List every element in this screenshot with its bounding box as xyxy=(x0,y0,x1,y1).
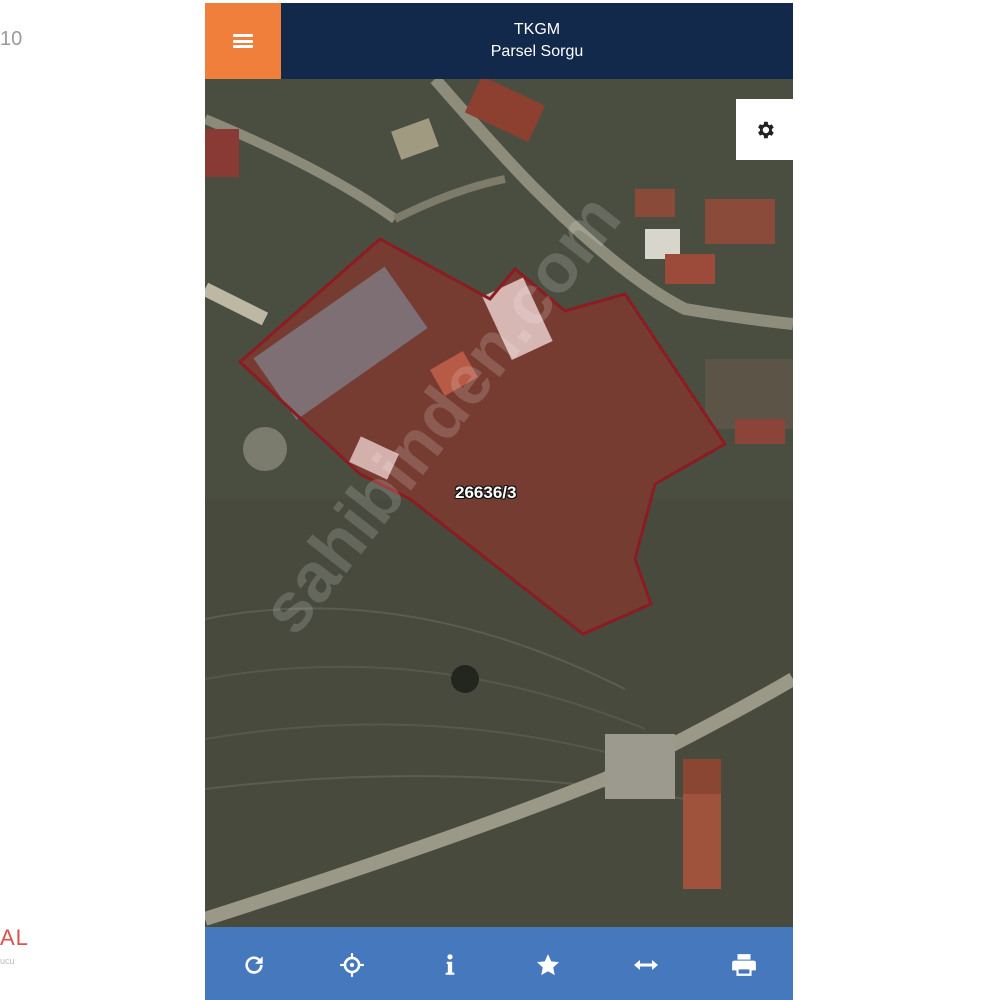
satellite-map[interactable]: sahibinden.com 26636/3 xyxy=(205,79,793,927)
locate-button[interactable] xyxy=(322,935,382,995)
bottom-toolbar xyxy=(205,927,793,1000)
info-icon xyxy=(445,954,455,975)
star-icon xyxy=(536,954,560,976)
print-button[interactable] xyxy=(714,935,774,995)
map-imagery xyxy=(205,79,793,927)
print-icon xyxy=(732,954,756,976)
settings-button[interactable] xyxy=(736,99,793,160)
parcel-number-label[interactable]: 26636/3 xyxy=(455,483,516,503)
locate-icon xyxy=(340,953,364,977)
app-title: TKGM xyxy=(513,21,561,38)
measure-icon xyxy=(634,960,658,970)
menu-button[interactable] xyxy=(205,3,281,79)
app-subtitle: Parsel Sorgu xyxy=(490,43,584,60)
gear-icon xyxy=(757,121,774,138)
page-edge-logo-sub: ucu xyxy=(0,956,15,966)
measure-button[interactable] xyxy=(616,935,676,995)
hamburger-icon xyxy=(233,34,253,48)
favorite-button[interactable] xyxy=(518,935,578,995)
info-button[interactable] xyxy=(420,935,480,995)
top-app-bar: TKGM Parsel Sorgu xyxy=(205,3,793,79)
title-block: TKGM Parsel Sorgu xyxy=(281,3,793,79)
refresh-icon xyxy=(245,956,263,974)
page-edge-logo: AL xyxy=(0,925,29,950)
refresh-button[interactable] xyxy=(224,935,284,995)
page-edge-text: 10 xyxy=(0,28,23,50)
app-screen: TKGM Parsel Sorgu 26636/3 xyxy=(205,3,793,1000)
